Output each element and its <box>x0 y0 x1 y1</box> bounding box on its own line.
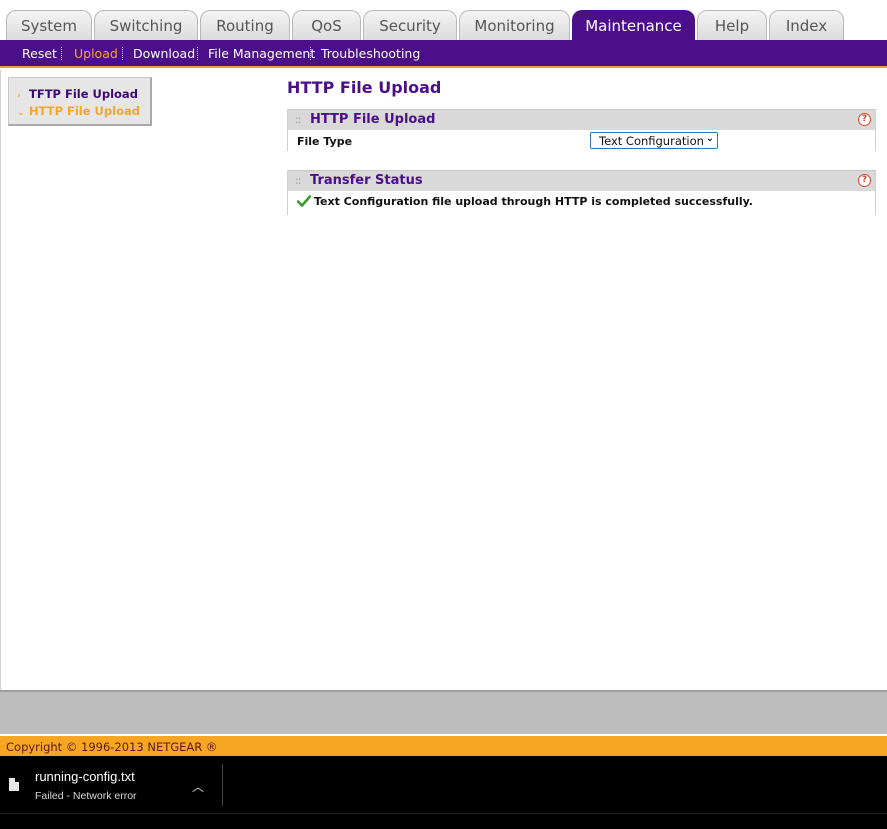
subnav-upload[interactable]: Upload <box>74 46 118 61</box>
leftmenu-item-tftp-upload[interactable]: › TFTP File Upload <box>17 87 138 101</box>
tab-maintenance[interactable]: Maintenance <box>572 10 695 40</box>
tab-qos[interactable]: QoS <box>292 10 361 40</box>
leftmenu-item-label: HTTP File Upload <box>29 104 140 118</box>
tab-switching[interactable]: Switching <box>94 10 198 40</box>
status-panel-header: :: Transfer Status ? <box>288 170 875 191</box>
left-panel-border <box>0 70 1 690</box>
main-tab-bar: System Switching Routing QoS Security Mo… <box>0 0 887 40</box>
subnav-download[interactable]: Download <box>133 46 195 61</box>
tab-help[interactable]: Help <box>697 10 767 40</box>
help-icon[interactable]: ? <box>858 113 871 126</box>
transfer-status-panel: :: Transfer Status ? Text Configuration … <box>287 170 876 215</box>
download-file-name[interactable]: running-config.txt <box>35 769 135 784</box>
subnav-separator <box>61 47 62 60</box>
sub-navigation: Reset Upload Download File Management Tr… <box>0 40 887 68</box>
download-bar: running-config.txt Failed - Network erro… <box>0 756 887 829</box>
tab-routing[interactable]: Routing <box>200 10 290 40</box>
leftmenu-item-label: TFTP File Upload <box>29 87 138 101</box>
file-type-select[interactable]: Text Configuration ⌄ <box>590 132 718 149</box>
copyright-bar: Copyright © 1996-2013 NETGEAR ® <box>0 736 887 756</box>
download-bar-bottom-line <box>0 813 887 814</box>
chevron-down-icon: ⌄ <box>17 108 25 118</box>
chevron-up-icon[interactable]: ︿ <box>192 778 204 795</box>
tab-monitoring[interactable]: Monitoring <box>459 10 570 40</box>
copyright-text: Copyright © 1996-2013 NETGEAR ® <box>6 740 218 754</box>
status-row: Text Configuration file upload through H… <box>288 191 875 215</box>
subnav-reset[interactable]: Reset <box>22 46 57 61</box>
file-type-label: File Type <box>297 135 353 148</box>
left-menu: › TFTP File Upload ⌄ HTTP File Upload <box>8 77 152 126</box>
upload-panel-header: :: HTTP File Upload ? <box>288 109 875 130</box>
subnav-separator <box>310 47 311 60</box>
status-message: Text Configuration file upload through H… <box>314 195 753 208</box>
upload-panel: :: HTTP File Upload ? File Type Text Con… <box>287 109 876 151</box>
drag-handle-icon: :: <box>295 174 302 187</box>
tab-security[interactable]: Security <box>363 10 457 40</box>
tab-system[interactable]: System <box>6 10 92 40</box>
download-status: Failed - Network error <box>35 790 137 802</box>
tab-index[interactable]: Index <box>769 10 844 40</box>
drag-handle-icon: :: <box>295 113 302 126</box>
subnav-separator <box>122 47 123 60</box>
chevron-down-icon: ⌄ <box>705 133 714 144</box>
help-icon[interactable]: ? <box>858 174 871 187</box>
file-type-row: File Type Text Configuration ⌄ <box>288 130 875 151</box>
leftmenu-item-http-upload[interactable]: ⌄ HTTP File Upload <box>17 104 140 118</box>
chevron-right-icon: › <box>17 91 21 101</box>
file-icon <box>9 778 19 791</box>
page-title: HTTP File Upload <box>287 78 442 97</box>
subnav-troubleshooting[interactable]: Troubleshooting <box>321 46 420 61</box>
footer-band <box>0 690 887 734</box>
upload-panel-title: HTTP File Upload <box>310 112 436 127</box>
subnav-separator <box>197 47 198 60</box>
check-icon <box>297 195 311 207</box>
download-divider <box>222 764 223 806</box>
file-type-selected-value: Text Configuration <box>599 134 704 148</box>
subnav-file-management[interactable]: File Management <box>208 46 315 61</box>
status-panel-title: Transfer Status <box>310 173 423 188</box>
status-message-row: Text Configuration file upload through H… <box>297 195 753 208</box>
